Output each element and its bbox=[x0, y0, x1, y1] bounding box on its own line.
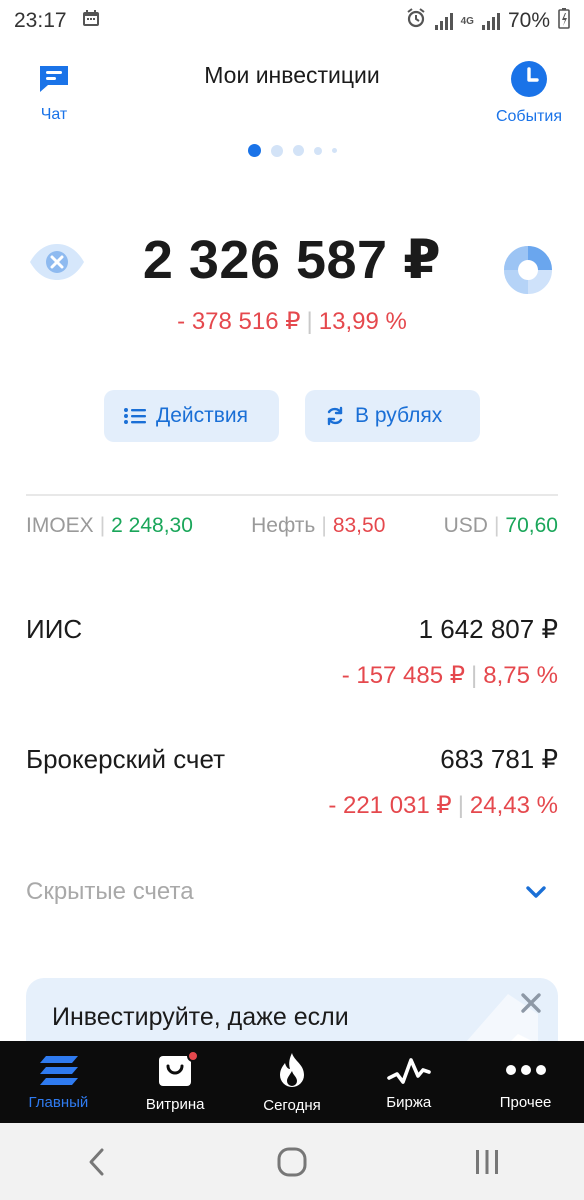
refresh-icon bbox=[327, 406, 343, 426]
bottom-nav: Главный Витрина Сегодня Биржа Прочее bbox=[0, 1041, 584, 1123]
signal-icon bbox=[434, 12, 453, 30]
header: Чат Мои инвестиции События bbox=[0, 56, 584, 136]
portfolio-structure-button[interactable] bbox=[502, 244, 554, 301]
account-change: - 157 485 ₽ | 8,75 % bbox=[26, 661, 558, 690]
account-value: 1 642 807 ₽ bbox=[418, 614, 558, 644]
network-type: 4G bbox=[460, 15, 474, 27]
pager-dot bbox=[331, 148, 337, 153]
actions-row: Действия В рублях bbox=[104, 390, 480, 442]
currency-button[interactable]: В рублях bbox=[305, 390, 480, 442]
nav-label: Витрина bbox=[145, 1095, 205, 1113]
alarm-icon bbox=[405, 7, 427, 35]
ticker-imoex[interactable]: IMOEX | 2 248,30 bbox=[26, 514, 193, 538]
actions-button[interactable]: Действия bbox=[104, 390, 279, 442]
separator: | bbox=[321, 514, 327, 537]
ticker-name: USD bbox=[443, 514, 488, 537]
donut-chart-icon bbox=[504, 246, 552, 294]
ticker-value: 2 248,30 bbox=[111, 514, 193, 537]
back-chevron-icon bbox=[89, 1148, 104, 1175]
ticker-oil[interactable]: Нефть | 83,50 bbox=[251, 514, 385, 538]
chat-label: Чат bbox=[40, 106, 68, 123]
actions-label: Действия bbox=[156, 404, 249, 427]
balance-change-pct: 13,99 % bbox=[318, 308, 407, 335]
pager-dot bbox=[270, 144, 283, 157]
close-icon bbox=[521, 993, 541, 1013]
chevron-down-icon bbox=[526, 886, 546, 898]
status-time: 23:17 bbox=[14, 9, 67, 32]
balance-change: - 378 516 ₽ | 13,99 % bbox=[0, 307, 584, 336]
nav-showcase[interactable]: Витрина bbox=[117, 1049, 233, 1113]
promo-close-button[interactable] bbox=[518, 990, 544, 1021]
flame-icon bbox=[279, 1052, 304, 1087]
system-home-button[interactable] bbox=[252, 1132, 332, 1192]
separator: | bbox=[471, 662, 478, 689]
home-stack-icon bbox=[40, 1055, 79, 1085]
nav-more[interactable]: Прочее bbox=[468, 1054, 584, 1111]
home-circle-icon bbox=[277, 1147, 307, 1176]
signal-icon-2 bbox=[481, 12, 500, 30]
account-brokerage[interactable]: Брокерский счет 683 781 ₽ - 221 031 ₽ | 24… bbox=[26, 744, 558, 820]
pager-dot bbox=[292, 145, 304, 156]
account-change-abs: - 157 485 ₽ bbox=[341, 662, 466, 689]
more-dots-icon bbox=[505, 1064, 546, 1075]
hide-balance-button[interactable] bbox=[28, 242, 86, 287]
hidden-accounts-toggle[interactable]: Скрытые счета bbox=[26, 878, 558, 906]
account-iis[interactable]: ИИС 1 642 807 ₽ - 157 485 ₽ | 8,75 % bbox=[26, 614, 558, 690]
nav-label: Биржа bbox=[386, 1093, 432, 1111]
promo-line-1: Инвестируйте, даже если bbox=[52, 1003, 349, 1031]
pager-dot-active bbox=[247, 144, 261, 157]
ticker-name: Нефть bbox=[251, 514, 316, 537]
account-name: Брокерский счет bbox=[26, 744, 225, 774]
status-bar: 23:17 4G 70% bbox=[0, 0, 584, 42]
hidden-accounts-label: Скрытые счета bbox=[26, 878, 194, 905]
separator: | bbox=[99, 514, 106, 537]
recents-icon bbox=[475, 1149, 498, 1174]
market-ticker: IMOEX | 2 248,30 Нефть | 83,50 USD | 70,60 bbox=[26, 514, 558, 538]
list-icon bbox=[124, 408, 146, 424]
battery-level: 70% bbox=[507, 9, 550, 32]
nav-exchange[interactable]: Биржа bbox=[351, 1054, 467, 1111]
ticker-value: 83,50 bbox=[332, 514, 386, 537]
clock-icon bbox=[510, 61, 547, 97]
events-label: События bbox=[495, 108, 562, 125]
separator: | bbox=[306, 308, 313, 335]
total-balance: 2 326 587 ₽ bbox=[142, 230, 442, 290]
system-recents-button[interactable] bbox=[447, 1132, 527, 1192]
nav-today[interactable]: Сегодня bbox=[234, 1051, 350, 1114]
account-change-abs: - 221 031 ₽ bbox=[328, 792, 452, 819]
ticker-name: IMOEX bbox=[26, 514, 94, 537]
eye-hidden-icon bbox=[30, 244, 84, 280]
nav-label: Сегодня bbox=[263, 1096, 321, 1114]
separator: | bbox=[493, 514, 500, 537]
currency-label: В рублях bbox=[355, 404, 443, 427]
events-button[interactable]: События bbox=[496, 60, 562, 126]
account-change-pct: 24,43 % bbox=[469, 792, 558, 819]
system-back-button[interactable] bbox=[57, 1132, 137, 1192]
pager-dot bbox=[313, 146, 322, 155]
page-indicator bbox=[0, 144, 584, 157]
account-name: ИИС bbox=[26, 614, 83, 644]
balance-change-abs: - 378 516 ₽ bbox=[177, 308, 301, 335]
divider bbox=[26, 494, 558, 496]
notification-dot bbox=[187, 1049, 200, 1062]
nav-label: Прочее bbox=[499, 1093, 552, 1111]
nav-home[interactable]: Главный bbox=[0, 1054, 116, 1111]
pulse-chart-icon bbox=[386, 1057, 431, 1084]
balance-section: 2 326 587 ₽ - 378 516 ₽ | 13,99 % bbox=[0, 228, 584, 336]
system-nav-bar bbox=[0, 1123, 584, 1200]
battery-charging-icon bbox=[558, 7, 570, 35]
account-change-pct: 8,75 % bbox=[483, 662, 558, 689]
nav-label: Главный bbox=[28, 1093, 89, 1111]
account-change: - 221 031 ₽ | 24,43 % bbox=[26, 791, 558, 820]
calendar-icon bbox=[81, 8, 101, 34]
ticker-usd[interactable]: USD | 70,60 bbox=[444, 514, 558, 538]
account-value: 683 781 ₽ bbox=[440, 744, 558, 774]
separator: | bbox=[457, 792, 464, 819]
ticker-value: 70,60 bbox=[505, 514, 558, 537]
